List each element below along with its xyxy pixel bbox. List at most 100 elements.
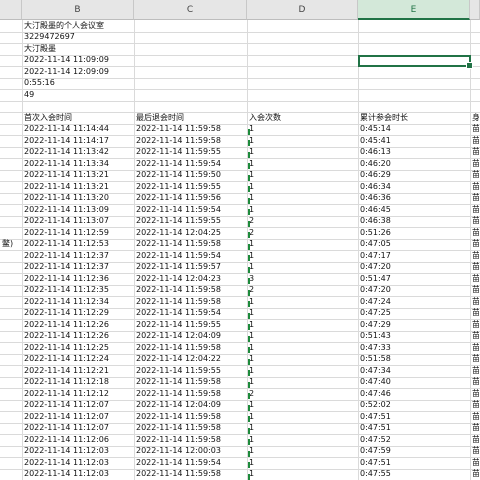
cell-b[interactable]: 2022-11-14 11:12:24 xyxy=(24,353,133,365)
cell-e[interactable]: 累计参会时长 xyxy=(360,112,469,124)
cell-d[interactable]: 1 xyxy=(249,353,357,365)
cell-e[interactable]: 0:51:47 xyxy=(360,273,469,285)
cell-e[interactable]: 0:47:20 xyxy=(360,284,469,296)
cell-f[interactable]: 苗 xyxy=(472,123,479,135)
cell-c[interactable]: 2022-11-14 12:04:22 xyxy=(136,353,246,365)
cell-f[interactable]: 苗 xyxy=(472,319,479,331)
column-header-f[interactable] xyxy=(470,0,480,20)
cell-e[interactable]: 0:47:20 xyxy=(360,261,469,273)
cell-f[interactable]: 苗 xyxy=(472,284,479,296)
cell-d[interactable]: 1 xyxy=(249,330,357,342)
cell-f[interactable]: 苗 xyxy=(472,457,479,469)
cell-b[interactable]: 2022-11-14 11:12:37 xyxy=(24,250,133,262)
cell-c[interactable]: 2022-11-14 11:59:58 xyxy=(136,388,246,400)
cell-f[interactable]: 苗 xyxy=(472,227,479,239)
cell-f[interactable]: 苗 xyxy=(472,215,479,227)
cell-e[interactable]: 0:47:33 xyxy=(360,342,469,354)
cell-d[interactable]: 1 xyxy=(249,135,357,147)
cell-e[interactable]: 0:47:40 xyxy=(360,376,469,388)
cell-f[interactable]: 苗 xyxy=(472,204,479,216)
cell-e[interactable]: 0:47:17 xyxy=(360,250,469,262)
cell-e[interactable]: 0:47:46 xyxy=(360,388,469,400)
cell-f[interactable]: 苗 xyxy=(472,146,479,158)
cell-e[interactable]: 0:46:13 xyxy=(360,146,469,158)
cell-b[interactable]: 2022-11-14 11:12:37 xyxy=(24,261,133,273)
cell-c[interactable]: 2022-11-14 12:04:25 xyxy=(136,227,246,239)
cell-b[interactable]: 2022-11-14 12:09:09 xyxy=(24,66,133,78)
cell-d[interactable]: 1 xyxy=(249,181,357,193)
cell-d[interactable]: 1 xyxy=(249,261,357,273)
cell-d[interactable]: 1 xyxy=(249,399,357,411)
cell-c[interactable]: 2022-11-14 11:59:58 xyxy=(136,284,246,296)
cell-f[interactable]: 苗 xyxy=(472,135,479,147)
cell-f[interactable]: 苗 xyxy=(472,468,479,480)
cell-f[interactable]: 苗 xyxy=(472,342,479,354)
cell-e[interactable]: 0:51:26 xyxy=(360,227,469,239)
cell-d[interactable]: 1 xyxy=(249,123,357,135)
cell-e[interactable]: 0:46:34 xyxy=(360,181,469,193)
cell-d[interactable]: 2 xyxy=(249,284,357,296)
cell-e[interactable]: 0:47:25 xyxy=(360,307,469,319)
cell-b[interactable]: 2022-11-14 11:12:35 xyxy=(24,284,133,296)
column-header-c[interactable]: C xyxy=(134,0,247,20)
cell-d[interactable]: 1 xyxy=(249,319,357,331)
cell-b[interactable]: 2022-11-14 11:14:17 xyxy=(24,135,133,147)
cell-e[interactable]: 0:47:29 xyxy=(360,319,469,331)
cell-d[interactable]: 2 xyxy=(249,388,357,400)
cell-e[interactable]: 0:47:52 xyxy=(360,434,469,446)
cell-c[interactable]: 2022-11-14 11:59:54 xyxy=(136,250,246,262)
cell-f[interactable]: 苗 xyxy=(472,388,479,400)
cell-b[interactable]: 2022-11-14 11:12:03 xyxy=(24,457,133,469)
cell-d[interactable]: 1 xyxy=(249,457,357,469)
cell-b[interactable]: 0:55:16 xyxy=(24,77,133,89)
column-header-d[interactable]: D xyxy=(247,0,358,20)
cell-f[interactable]: 苗 xyxy=(472,250,479,262)
fill-handle[interactable] xyxy=(466,62,473,69)
cell-d[interactable]: 1 xyxy=(249,204,357,216)
cell-e[interactable]: 0:47:55 xyxy=(360,468,469,480)
cell-e[interactable]: 0:46:36 xyxy=(360,192,469,204)
cell-b[interactable]: 49 xyxy=(24,89,133,101)
cell-b[interactable]: 首次入会时间 xyxy=(24,112,133,124)
cell-c[interactable]: 2022-11-14 11:59:58 xyxy=(136,238,246,250)
cell-d[interactable]: 3 xyxy=(249,273,357,285)
cell-d[interactable]: 2 xyxy=(249,215,357,227)
cell-b[interactable]: 2022-11-14 11:12:07 xyxy=(24,399,133,411)
cell-f[interactable]: 苗 xyxy=(472,434,479,446)
cell-f[interactable]: 苗 xyxy=(472,422,479,434)
cell-f[interactable]: 苗 xyxy=(472,307,479,319)
cell-f[interactable]: 苗 xyxy=(472,181,479,193)
cell-d[interactable]: 1 xyxy=(249,307,357,319)
cell-b[interactable]: 2022-11-14 11:12:21 xyxy=(24,365,133,377)
cell-b[interactable]: 2022-11-14 11:12:12 xyxy=(24,388,133,400)
spreadsheet-grid[interactable]: B C D E 大汀殿墨的个人会议室 3229472697 大汀殿墨 2022-11-14 1… xyxy=(0,0,480,480)
cell-e[interactable]: 0:47:59 xyxy=(360,445,469,457)
cell-e[interactable]: 0:46:45 xyxy=(360,204,469,216)
cell-c[interactable]: 2022-11-14 11:59:54 xyxy=(136,307,246,319)
cell-b[interactable]: 2022-11-14 11:13:34 xyxy=(24,158,133,170)
cell-c[interactable]: 2022-11-14 11:59:54 xyxy=(136,457,246,469)
cell-b[interactable]: 大汀殿墨 xyxy=(24,43,133,55)
cell-d[interactable]: 1 xyxy=(249,445,357,457)
cell-b[interactable]: 2022-11-14 11:12:03 xyxy=(24,445,133,457)
cell-e[interactable]: 0:47:51 xyxy=(360,422,469,434)
cell-e[interactable]: 0:47:05 xyxy=(360,238,469,250)
cell-b[interactable]: 2022-11-14 11:12:34 xyxy=(24,296,133,308)
cell-d[interactable]: 1 xyxy=(249,296,357,308)
column-header-b[interactable]: B xyxy=(22,0,134,20)
cell-f[interactable]: 苗 xyxy=(472,411,479,423)
cell-c[interactable]: 2022-11-14 12:00:03 xyxy=(136,445,246,457)
cell-d[interactable]: 1 xyxy=(249,158,357,170)
cell-d[interactable]: 1 xyxy=(249,422,357,434)
cell-c[interactable]: 2022-11-14 11:59:58 xyxy=(136,123,246,135)
cell-c[interactable]: 2022-11-14 11:59:58 xyxy=(136,422,246,434)
cell-b[interactable]: 2022-11-14 11:13:21 xyxy=(24,169,133,181)
cell-c[interactable]: 2022-11-14 11:59:54 xyxy=(136,158,246,170)
cell-b[interactable]: 2022-11-14 11:12:26 xyxy=(24,330,133,342)
cell-d[interactable]: 1 xyxy=(249,434,357,446)
cell-b[interactable]: 大汀殿墨的个人会议室 xyxy=(24,20,133,32)
cell-f[interactable]: 苗 xyxy=(472,238,479,250)
cell-d[interactable]: 1 xyxy=(249,365,357,377)
cell-c[interactable]: 2022-11-14 11:59:55 xyxy=(136,181,246,193)
cell-c[interactable]: 2022-11-14 11:59:58 xyxy=(136,135,246,147)
